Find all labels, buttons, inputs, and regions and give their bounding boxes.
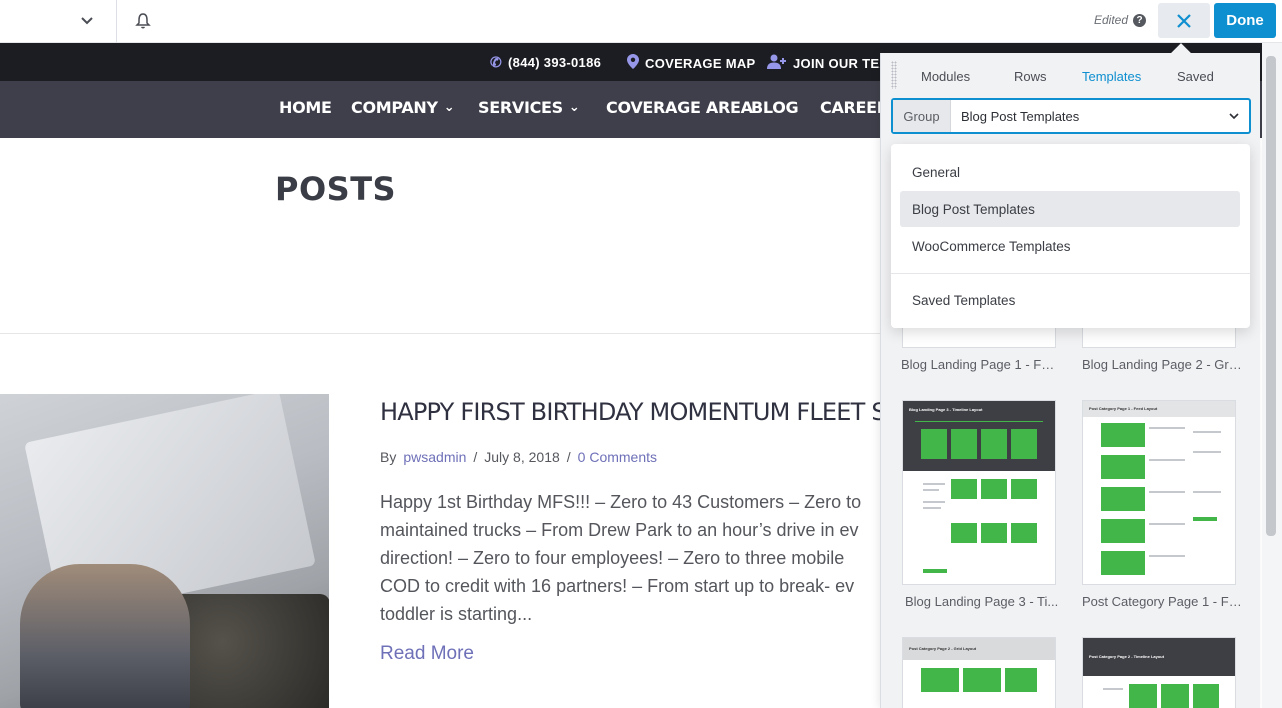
chevron-down-icon: ⌄ bbox=[568, 100, 580, 115]
done-button[interactable]: Done bbox=[1214, 3, 1276, 38]
tab-templates[interactable]: Templates bbox=[1082, 69, 1141, 84]
group-select-value: Blog Post Templates bbox=[961, 108, 1080, 124]
dropdown-option-blog-post-templates[interactable]: Blog Post Templates bbox=[900, 191, 1240, 227]
thumb-heading: Post Category Page 2 - Timeline Layout bbox=[1089, 654, 1165, 659]
map-pin-icon bbox=[627, 54, 639, 72]
page-title: POSTS bbox=[275, 170, 397, 208]
divider bbox=[0, 333, 880, 334]
template-label[interactable]: Blog Landing Page 2 - Gri... bbox=[1082, 357, 1242, 372]
thumb-heading: Post Category Page 2 - Grid Layout bbox=[909, 646, 977, 651]
builder-toolbar: Edited ? Done bbox=[0, 0, 1282, 43]
meta-separator: / bbox=[566, 449, 571, 465]
dropdown-option-saved-templates[interactable]: Saved Templates bbox=[900, 282, 1240, 318]
mechanic-shape bbox=[20, 564, 190, 708]
scrollbar-thumb[interactable] bbox=[1266, 56, 1276, 536]
close-button[interactable] bbox=[1158, 3, 1210, 38]
group-select[interactable]: Group Blog Post Templates bbox=[891, 98, 1251, 134]
by-label: By bbox=[380, 449, 397, 465]
group-select-label: Group bbox=[893, 100, 951, 132]
toolbar-divider bbox=[116, 0, 117, 43]
tab-modules[interactable]: Modules bbox=[921, 69, 970, 84]
chevron-down-icon bbox=[1219, 112, 1249, 120]
edited-label: Edited bbox=[1094, 13, 1129, 27]
nav-item-home[interactable]: HOME bbox=[279, 98, 332, 117]
phone-link[interactable]: ✆ (844) 393-0186 bbox=[490, 54, 601, 71]
nav-item-blog[interactable]: BLOG bbox=[751, 98, 799, 117]
read-more-link[interactable]: Read More bbox=[380, 643, 474, 665]
bell-icon[interactable] bbox=[130, 8, 156, 34]
coverage-map-label: COVERAGE MAP bbox=[645, 55, 756, 71]
template-card-post-category-2-grid[interactable]: Post Category Page 2 - Grid Layout bbox=[902, 637, 1056, 708]
nav-label: HOME bbox=[279, 98, 332, 117]
phone-number: (844) 393-0186 bbox=[508, 55, 602, 70]
thumb-header: Blog Landing Page 3 - Timeline Layout bbox=[903, 401, 1055, 471]
thumb-header: Post Category Page 2 - Timeline Layout bbox=[1083, 638, 1235, 676]
thumb-heading: Blog Landing Page 3 - Timeline Layout bbox=[909, 407, 983, 412]
close-icon bbox=[1177, 13, 1191, 28]
meta-separator: / bbox=[473, 449, 478, 465]
thumb-header: Post Category Page 2 - Grid Layout bbox=[903, 638, 1055, 660]
template-card-blog-landing-3[interactable]: Blog Landing Page 3 - Timeline Layout bbox=[902, 400, 1056, 585]
nav-label: SERVICES bbox=[478, 98, 563, 117]
dropdown-option-woocommerce-templates[interactable]: WooCommerce Templates bbox=[900, 228, 1240, 264]
tab-saved[interactable]: Saved bbox=[1177, 69, 1214, 84]
post-title[interactable]: HAPPY FIRST BIRTHDAY MOMENTUM FLEET SERV… bbox=[380, 398, 880, 426]
nav-item-company[interactable]: COMPANY ⌄ bbox=[351, 98, 455, 117]
chevron-down-icon: ⌄ bbox=[443, 100, 455, 115]
dropdown-option-general[interactable]: General bbox=[900, 154, 1240, 190]
author-link[interactable]: pwsadmin bbox=[403, 449, 466, 465]
post-date: July 8, 2018 bbox=[484, 449, 560, 465]
dropdown-divider bbox=[891, 273, 1250, 274]
help-icon[interactable]: ? bbox=[1133, 13, 1147, 27]
nav-item-coverage-area[interactable]: COVERAGE AREA bbox=[606, 98, 753, 117]
nav-label: COMPANY bbox=[351, 98, 438, 117]
template-label[interactable]: Blog Landing Page 1 - Fee... bbox=[901, 357, 1061, 372]
phone-icon: ✆ bbox=[490, 54, 503, 70]
nav-label: COVERAGE AREA bbox=[606, 98, 753, 117]
template-card-post-category-2-timeline[interactable]: Post Category Page 2 - Timeline Layout bbox=[1082, 637, 1236, 708]
thumb-heading: Post Category Page 1 - Feed Layout bbox=[1089, 406, 1158, 411]
edited-status: Edited ? bbox=[1094, 13, 1147, 27]
template-card-post-category-1[interactable]: Post Category Page 1 - Feed Layout bbox=[1082, 400, 1236, 585]
coverage-map-link[interactable]: COVERAGE MAP bbox=[627, 54, 756, 72]
group-dropdown-menu: General Blog Post Templates WooCommerce … bbox=[891, 144, 1250, 328]
drag-handle-icon[interactable] bbox=[891, 61, 897, 89]
nav-label: BLOG bbox=[751, 98, 799, 117]
thumb-header: Post Category Page 1 - Feed Layout bbox=[1083, 401, 1235, 417]
post-featured-image[interactable] bbox=[0, 394, 329, 708]
tab-rows[interactable]: Rows bbox=[1014, 69, 1047, 84]
nav-item-services[interactable]: SERVICES ⌄ bbox=[478, 98, 580, 117]
post-meta: By pwsadmin / July 8, 2018 / 0 Comments bbox=[380, 449, 657, 465]
comments-link[interactable]: 0 Comments bbox=[578, 449, 657, 465]
template-label[interactable]: Post Category Page 1 - Fe... bbox=[1082, 594, 1242, 609]
user-plus-icon bbox=[767, 54, 787, 72]
template-label[interactable]: Blog Landing Page 3 - Ti... bbox=[905, 594, 1065, 609]
chevron-down-icon[interactable] bbox=[74, 8, 100, 34]
post-excerpt: Happy 1st Birthday MFS!!! – Zero to 43 C… bbox=[380, 492, 862, 624]
